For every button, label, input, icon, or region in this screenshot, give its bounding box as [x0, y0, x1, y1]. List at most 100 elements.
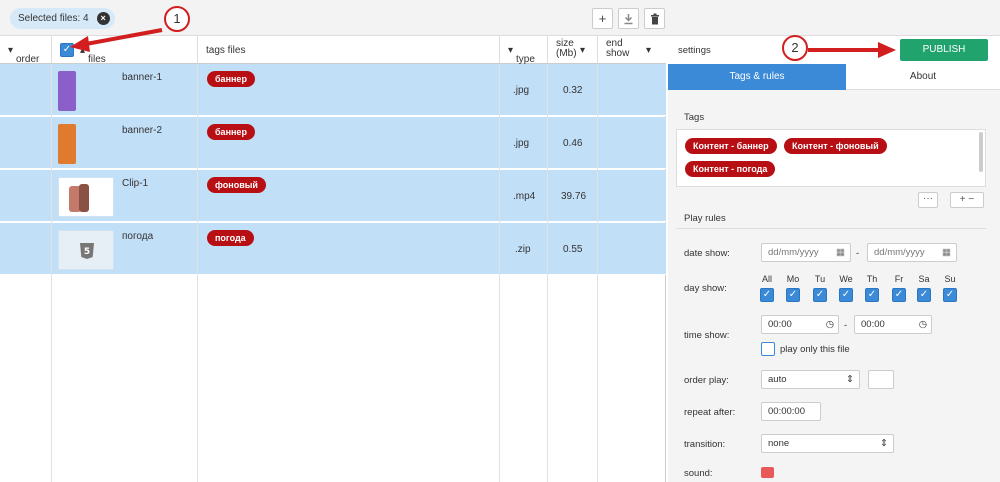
file-size: 0.46: [563, 138, 583, 149]
day-label-th: Th: [866, 274, 878, 284]
file-type: .jpg: [513, 85, 530, 96]
column-header-tags[interactable]: tags files: [198, 36, 500, 64]
callout-1: 1: [164, 6, 190, 32]
plus-icon[interactable]: +: [960, 194, 966, 205]
download-icon: [624, 14, 633, 25]
day-label-su: Su: [944, 274, 956, 284]
select-arrows-icon: ⇕: [880, 438, 888, 449]
table-row[interactable]: banner-2 баннер .jpg 0.46: [0, 117, 666, 169]
html5-icon: 5: [80, 243, 94, 259]
banner-thumbnail: [58, 124, 76, 164]
order-play-label: order play:: [684, 375, 729, 386]
sound-toggle[interactable]: [761, 467, 774, 478]
date-show-label: date show:: [684, 248, 730, 259]
settings-header: settings PUBLISH: [668, 36, 1000, 64]
tab-tags-rules[interactable]: Tags & rules: [668, 64, 846, 90]
size-header-label: size (Mb): [556, 38, 577, 59]
delete-button[interactable]: [644, 8, 665, 29]
play-rules-label: Play rules: [684, 213, 726, 224]
file-name: погода: [122, 231, 154, 242]
video-thumbnail: [58, 177, 114, 217]
table-row[interactable]: banner-1 баннер .jpg 0.32: [0, 64, 666, 116]
file-tag[interactable]: баннер: [207, 71, 255, 87]
file-name: banner-1: [122, 72, 163, 83]
day-checkbox-mo[interactable]: ✓: [786, 288, 800, 302]
content-tag[interactable]: Контент - погода: [685, 161, 776, 177]
repeat-after-label: repeat after:: [684, 407, 736, 418]
clear-selection-icon[interactable]: ×: [96, 12, 110, 25]
day-show-label: day show:: [684, 283, 727, 294]
order-play-extra[interactable]: [868, 370, 894, 389]
column-header-files[interactable]: ✓ files ▴: [52, 36, 198, 65]
top-toolbar: Selected files: 4 × +: [0, 0, 1000, 36]
file-name: banner-2: [122, 125, 163, 136]
order-play-select[interactable]: auto ⇕: [761, 370, 860, 389]
day-label-tu: Tu: [814, 274, 826, 284]
clock-icon[interactable]: ◷: [826, 316, 834, 333]
settings-panel: settings PUBLISH Tags & rules About Tags…: [668, 36, 1000, 482]
publish-button[interactable]: PUBLISH: [900, 39, 988, 61]
file-type: .zip: [515, 244, 531, 255]
column-header-size[interactable]: size (Mb) ▾: [548, 36, 598, 64]
add-remove-tag-buttons[interactable]: + −: [950, 192, 984, 208]
file-tag[interactable]: погода: [207, 230, 254, 246]
day-checkbox-tu[interactable]: ✓: [813, 288, 827, 302]
calendar-icon[interactable]: ▦: [836, 244, 845, 261]
day-checkbox-th[interactable]: ✓: [865, 288, 879, 302]
day-label-we: We: [839, 274, 853, 284]
play-only-checkbox[interactable]: [761, 342, 775, 356]
day-label-fr: Fr: [894, 274, 904, 284]
tags-header-label: tags files: [206, 45, 246, 56]
callout-2: 2: [782, 35, 808, 61]
svg-text:5: 5: [84, 247, 90, 257]
day-checkbox-fr[interactable]: ✓: [892, 288, 906, 302]
trash-icon: [650, 13, 659, 25]
table-row[interactable]: 5 погода погода .zip 0.55: [0, 223, 666, 275]
content-tag[interactable]: Контент - фоновый: [784, 138, 887, 154]
day-checkbox-sa[interactable]: ✓: [917, 288, 931, 302]
file-name: Clip-1: [122, 178, 149, 189]
tags-box: Контент - баннер Контент - фоновый Конте…: [676, 129, 986, 187]
file-size: 0.55: [563, 244, 583, 255]
transition-select[interactable]: none ⇕: [761, 434, 894, 453]
download-button[interactable]: [618, 8, 639, 29]
tags-scrollbar[interactable]: [979, 132, 983, 172]
html5-thumbnail: 5: [58, 230, 114, 270]
file-type: .mp4: [513, 191, 536, 202]
day-label-all: All: [761, 274, 772, 284]
table-row[interactable]: Clip-1 фоновый .mp4 39.76: [0, 170, 666, 222]
file-tag[interactable]: фоновый: [207, 177, 266, 193]
add-file-button[interactable]: +: [592, 8, 613, 29]
select-all-checkbox[interactable]: ✓: [60, 43, 74, 57]
file-type: .jpg: [513, 138, 530, 149]
more-options-button[interactable]: ···: [918, 192, 938, 208]
time-from-input[interactable]: 00:00 ◷: [761, 315, 839, 334]
day-label-sa: Sa: [918, 274, 930, 284]
day-checkbox-we[interactable]: ✓: [839, 288, 853, 302]
repeat-after-input[interactable]: 00:00:00: [761, 402, 821, 421]
clock-icon[interactable]: ◷: [919, 316, 927, 333]
settings-tabs: Tags & rules About: [668, 64, 1000, 90]
content-tag[interactable]: Контент - баннер: [685, 138, 777, 154]
plus-icon: +: [598, 11, 607, 26]
time-to-input[interactable]: 00:00 ◷: [854, 315, 932, 334]
file-size: 39.76: [561, 191, 587, 202]
selected-files-chip: Selected files: 4 ×: [10, 8, 115, 29]
column-header-type[interactable]: type ▾: [500, 36, 548, 65]
column-header-order[interactable]: order ▾: [0, 36, 52, 65]
sound-label: sound:: [684, 468, 713, 479]
file-tag[interactable]: баннер: [207, 124, 255, 140]
files-table: order ▾ ✓ files ▴ tags files type ▾ size…: [0, 36, 666, 482]
day-checkbox-all[interactable]: ✓: [760, 288, 774, 302]
day-checkbox-su[interactable]: ✓: [943, 288, 957, 302]
day-label-mo: Mo: [786, 274, 800, 284]
date-to-input[interactable]: dd/mm/yyyy ▦: [867, 243, 957, 262]
column-header-end-show[interactable]: end show ▾: [598, 36, 666, 64]
select-arrows-icon: ⇕: [846, 374, 854, 385]
tab-about[interactable]: About: [846, 64, 1000, 90]
end-show-header-label: end show: [606, 38, 630, 59]
date-from-input[interactable]: dd/mm/yyyy ▦: [761, 243, 851, 262]
transition-label: transition:: [684, 439, 726, 450]
calendar-icon[interactable]: ▦: [942, 244, 951, 261]
minus-icon[interactable]: −: [968, 194, 974, 205]
